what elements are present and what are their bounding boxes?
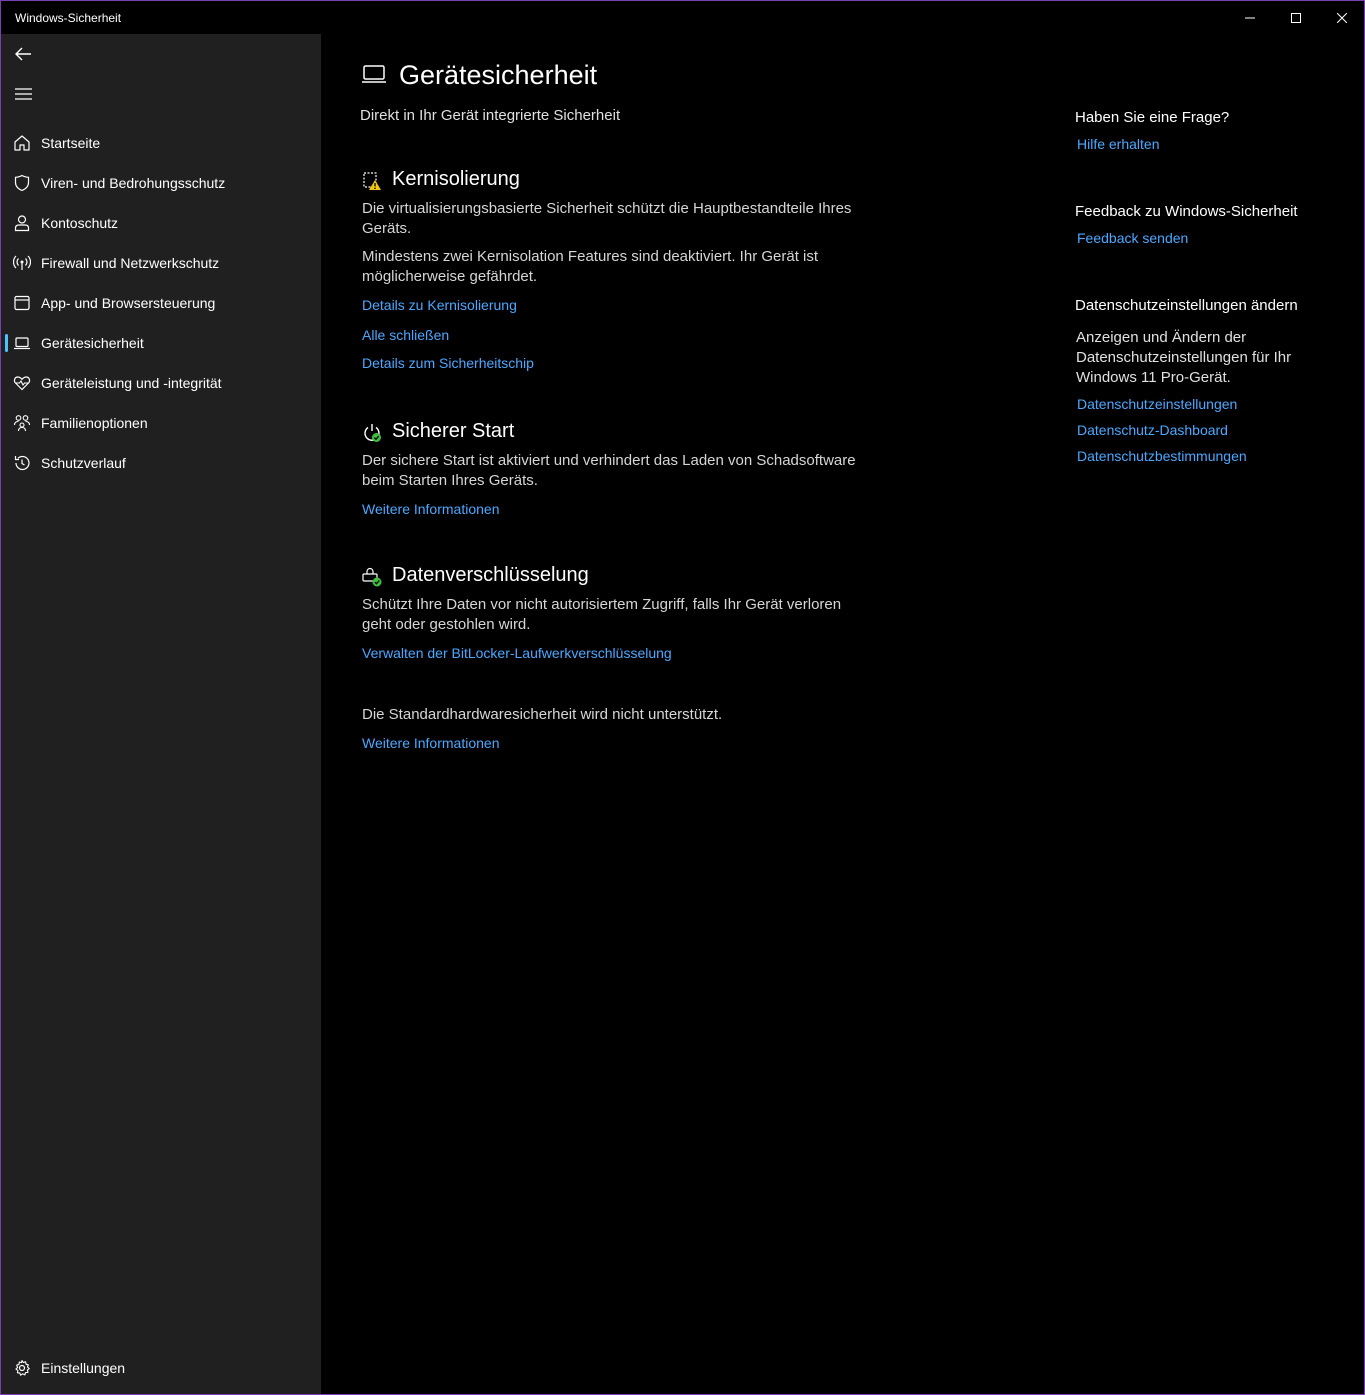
sidebar-item-label: Gerätesicherheit xyxy=(41,335,144,351)
gear-icon xyxy=(15,1359,30,1376)
question-heading: Haben Sie eine Frage? xyxy=(1075,109,1230,126)
browser-window-icon xyxy=(14,295,30,311)
core-isolation-section: Kernisolierung Die virtualisierungsbasie… xyxy=(362,168,862,371)
family-icon xyxy=(13,415,31,432)
maximize-icon xyxy=(1291,12,1301,23)
secure-boot-more-info-link[interactable]: Weitere Informationen xyxy=(362,501,862,517)
hardware-more-info-link[interactable]: Weitere Informationen xyxy=(362,735,862,751)
core-isolation-warning-icon xyxy=(363,172,381,190)
sidebar: Startseite Viren- und Bedrohungsschutz K… xyxy=(1,34,321,1394)
sidebar-item-virus-protection[interactable]: Viren- und Bedrohungsschutz xyxy=(1,163,321,203)
page-title: Gerätesicherheit xyxy=(399,60,598,90)
hardware-security-section: Die Standardhardwaresicherheit wird nich… xyxy=(362,697,862,751)
sidebar-item-label: Kontoschutz xyxy=(41,215,119,231)
sidebar-item-family-options[interactable]: Familienoptionen xyxy=(1,403,321,443)
hamburger-menu-icon xyxy=(14,88,32,100)
sidebar-item-app-browser[interactable]: App- und Browsersteuerung xyxy=(1,283,321,323)
close-icon xyxy=(1337,12,1347,23)
person-icon xyxy=(14,215,30,232)
page-subtitle: Direkt in Ihr Gerät integrierte Sicherhe… xyxy=(360,107,621,124)
sidebar-item-label: Familienoptionen xyxy=(41,415,148,431)
privacy-heading: Datenschutzeinstellungen ändern xyxy=(1075,297,1298,314)
secure-boot-section: Sicherer Start Der sichere Start ist akt… xyxy=(362,420,862,517)
sidebar-item-account-protection[interactable]: Kontoschutz xyxy=(1,203,321,243)
back-arrow-icon xyxy=(15,47,31,61)
privacy-dashboard-link[interactable]: Datenschutz-Dashboard xyxy=(1077,422,1228,438)
laptop-icon xyxy=(14,337,30,350)
section-heading: Datenverschlüsselung xyxy=(392,564,589,586)
core-isolation-details-link[interactable]: Details zu Kernisolierung xyxy=(362,297,862,313)
sidebar-item-label: Firewall und Netzwerkschutz xyxy=(41,255,220,271)
history-icon xyxy=(14,455,30,471)
shield-icon xyxy=(14,174,30,192)
privacy-description: Anzeigen und Ändern der Datenschutzeinst… xyxy=(1076,329,1292,386)
main-content: Gerätesicherheit Direkt in Ihr Gerät int… xyxy=(321,34,1051,1394)
hardware-security-text: Die Standardhardwaresicherheit wird nich… xyxy=(362,706,723,723)
data-encryption-section: Datenverschlüsselung Schützt Ihre Daten … xyxy=(362,564,862,661)
maximize-button[interactable] xyxy=(1273,1,1319,34)
send-feedback-link[interactable]: Feedback senden xyxy=(1077,230,1188,246)
privacy-settings-link[interactable]: Datenschutzeinstellungen xyxy=(1077,396,1237,412)
home-icon xyxy=(14,135,30,151)
secure-boot-description: Der sichere Start ist aktiviert und verh… xyxy=(362,452,856,489)
sidebar-item-label: Geräteleistung und -integrität xyxy=(41,375,222,391)
minimize-icon xyxy=(1245,17,1255,18)
sidebar-item-startseite[interactable]: Startseite xyxy=(1,123,321,163)
dismiss-all-link[interactable]: Alle schließen xyxy=(362,327,862,343)
sidebar-item-firewall[interactable]: Firewall und Netzwerkschutz xyxy=(1,243,321,283)
core-isolation-description: Die virtualisierungsbasierte Sicherheit … xyxy=(362,200,852,237)
section-heading: Kernisolierung xyxy=(392,168,520,190)
secure-boot-ok-icon xyxy=(364,424,381,442)
sidebar-item-device-performance[interactable]: Geräteleistung und -integrität xyxy=(1,363,321,403)
sidebar-item-label: Startseite xyxy=(41,135,101,151)
encryption-description: Schützt Ihre Daten vor nicht autorisiert… xyxy=(362,596,842,633)
sidebar-item-protection-history[interactable]: Schutzverlauf xyxy=(1,443,321,483)
minimize-button[interactable] xyxy=(1227,1,1273,34)
close-button[interactable] xyxy=(1319,1,1364,34)
nav-list: Startseite Viren- und Bedrohungsschutz K… xyxy=(1,123,321,483)
feedback-heading: Feedback zu Windows-Sicherheit xyxy=(1075,203,1298,220)
laptop-icon xyxy=(362,65,386,83)
bitlocker-manage-link[interactable]: Verwalten der BitLocker-Laufwerkverschlü… xyxy=(362,645,862,661)
core-isolation-warning-text: Mindestens zwei Kernisolation Features s… xyxy=(362,248,819,285)
menu-button[interactable] xyxy=(9,80,37,108)
encryption-ok-icon xyxy=(362,567,382,587)
back-button[interactable] xyxy=(9,40,37,68)
wireless-signal-icon xyxy=(13,255,31,270)
sidebar-item-label: Einstellungen xyxy=(41,1360,126,1376)
section-heading: Sicherer Start xyxy=(392,420,515,442)
get-help-link[interactable]: Hilfe erhalten xyxy=(1077,136,1160,152)
privacy-statement-link[interactable]: Datenschutzbestimmungen xyxy=(1077,448,1247,464)
sidebar-item-label: Viren- und Bedrohungsschutz xyxy=(41,175,226,191)
sidebar-item-label: App- und Browsersteuerung xyxy=(41,295,216,311)
title-bar: Windows-Sicherheit xyxy=(1,1,1364,34)
security-chip-details-link[interactable]: Details zum Sicherheitschip xyxy=(362,355,862,371)
window-title: Windows-Sicherheit xyxy=(15,11,122,25)
heart-pulse-icon xyxy=(13,376,31,391)
sidebar-item-settings[interactable]: Einstellungen xyxy=(1,1348,321,1388)
app-window: Windows-Sicherheit Startseite Viren- und… xyxy=(0,0,1365,1395)
sidebar-item-label: Schutzverlauf xyxy=(41,455,126,471)
sidebar-item-device-security[interactable]: Gerätesicherheit xyxy=(1,323,321,363)
